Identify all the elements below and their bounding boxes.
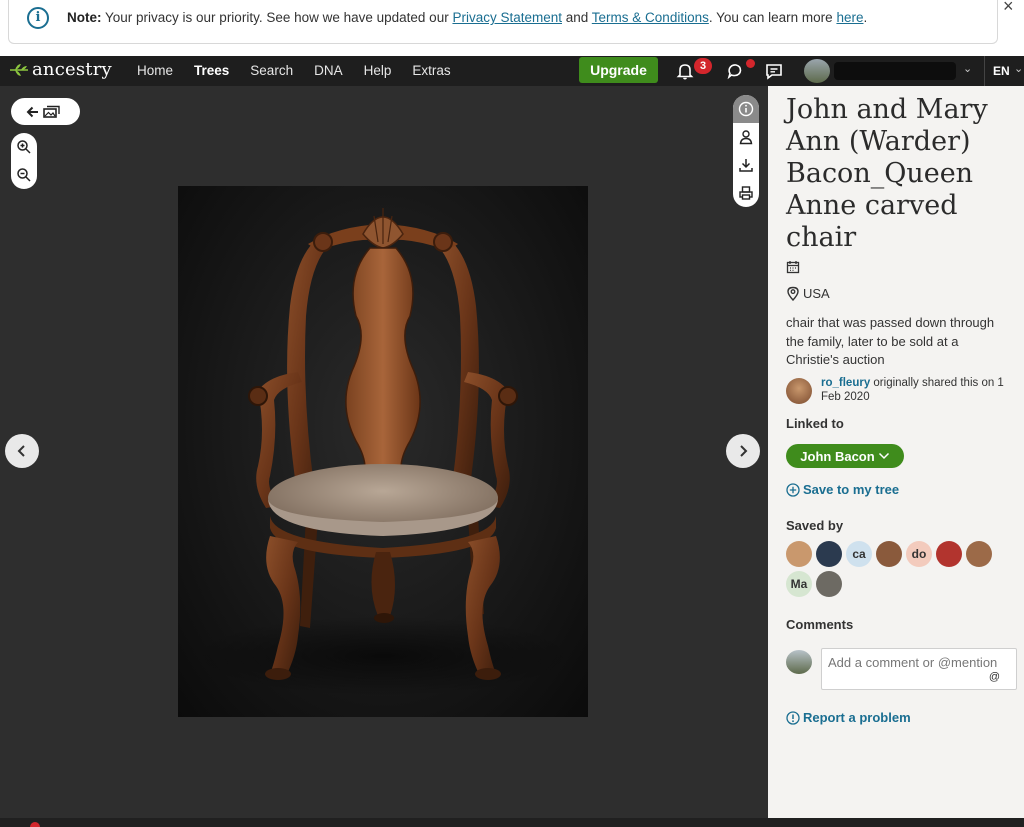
location-pin-icon (787, 286, 799, 301)
chevron-down-icon[interactable]: ⌄ (963, 62, 972, 75)
back-to-gallery-button[interactable] (11, 98, 80, 125)
tag-person-button[interactable] (733, 123, 759, 151)
ancestry-logo[interactable]: ancestry (8, 59, 112, 80)
saver-avatar[interactable] (966, 541, 992, 567)
leaf-logo-icon (10, 63, 28, 76)
linked-person-button[interactable]: John Bacon (786, 444, 904, 468)
notification-count-badge: 3 (694, 58, 712, 74)
alert-circle-icon (786, 710, 800, 725)
linked-to-label: Linked to (786, 416, 844, 431)
top-nav: ancestry Home Trees Search DNA Help Extr… (0, 56, 1024, 86)
nav-help[interactable]: Help (364, 63, 392, 78)
learn-more-link[interactable]: here (836, 10, 863, 25)
saver-avatar[interactable]: ca (846, 541, 872, 567)
save-to-tree-link[interactable]: Save to my tree (786, 482, 899, 497)
report-problem-link[interactable]: Report a problem (786, 710, 911, 725)
mention-icon[interactable]: @ (989, 669, 1000, 686)
info-icon: i (27, 7, 49, 29)
zoom-in-icon (17, 140, 31, 154)
chat-icon[interactable] (725, 61, 745, 81)
linked-person-name: John Bacon (800, 448, 875, 464)
note-label: Note: (67, 10, 102, 25)
details-panel: John and Mary Ann (Warder) Bacon_Queen A… (768, 86, 1024, 818)
chevron-left-icon (17, 445, 25, 457)
taskbar-indicator (30, 822, 40, 827)
print-button[interactable] (733, 179, 759, 207)
zoom-controls (11, 133, 37, 189)
viewer-side-tools (733, 95, 759, 207)
nav-trees[interactable]: Trees (194, 63, 229, 78)
language-chevron-icon[interactable]: ⌄ (1014, 62, 1023, 75)
nav-home[interactable]: Home (137, 63, 173, 78)
saver-avatar[interactable] (786, 541, 812, 567)
saver-avatar[interactable] (816, 541, 842, 567)
zoom-out-icon (17, 168, 31, 182)
bell-icon[interactable] (675, 61, 695, 81)
download-icon (739, 159, 753, 172)
message-alert-dot (746, 59, 755, 68)
info-icon (738, 101, 754, 117)
close-icon[interactable]: × (1003, 0, 1014, 17)
chevron-right-icon (740, 445, 748, 457)
privacy-note-banner: i Note: Your privacy is our priority. Se… (0, 0, 1024, 55)
privacy-note-text: Note: Your privacy is our priority. See … (67, 10, 867, 25)
redacted-username (834, 62, 956, 80)
shared-by-text: ro_fleury originally shared this on 1 Fe… (821, 376, 1016, 404)
previous-image-button[interactable] (5, 434, 39, 468)
info-button[interactable] (733, 95, 759, 123)
download-button[interactable] (733, 151, 759, 179)
queen-anne-chair-image (193, 208, 573, 696)
nav-dna[interactable]: DNA (314, 63, 343, 78)
privacy-statement-link[interactable]: Privacy Statement (452, 10, 562, 25)
saved-by-row-2: Ma (786, 571, 846, 597)
saver-avatar[interactable]: Ma (786, 571, 812, 597)
sharer-avatar[interactable] (786, 378, 812, 404)
chevron-down-icon (878, 452, 889, 460)
nav-search[interactable]: Search (250, 63, 293, 78)
message-icon[interactable] (764, 61, 784, 81)
print-icon (739, 186, 753, 200)
nav-extras[interactable]: Extras (412, 63, 450, 78)
sharer-username-link[interactable]: ro_fleury (821, 377, 870, 389)
nav-links: Home Trees Search DNA Help Extras (137, 63, 472, 78)
saver-avatar[interactable] (816, 571, 842, 597)
logo-text: ancestry (32, 59, 112, 80)
note-text-before: Your privacy is our priority. See how we… (101, 10, 453, 25)
zoom-out-button[interactable] (11, 161, 37, 189)
image-viewer (0, 86, 768, 818)
taskbar-strip (0, 818, 1024, 827)
media-title: John and Mary Ann (Warder) Bacon_Queen A… (786, 94, 988, 253)
nav-divider (984, 56, 985, 86)
plus-circle-icon (786, 482, 800, 497)
user-avatar[interactable] (804, 59, 830, 83)
saver-avatar[interactable]: do (906, 541, 932, 567)
zoom-in-button[interactable] (11, 133, 37, 161)
chair-photo (178, 186, 588, 717)
comment-placeholder: Add a comment or @mention (828, 655, 998, 670)
location: USA (786, 286, 830, 301)
comments-label: Comments (786, 617, 854, 632)
note-period: . (863, 10, 868, 25)
saver-avatar[interactable] (876, 541, 902, 567)
current-user-avatar (786, 650, 812, 674)
comment-input[interactable]: Add a comment or @mention @ (821, 648, 1017, 690)
note-text-after: . You can learn more (708, 10, 837, 25)
report-problem-text: Report a problem (803, 710, 911, 725)
media-description: chair that was passed down through the f… (786, 315, 995, 367)
saved-by-label: Saved by (786, 518, 844, 533)
back-to-gallery-icon (26, 105, 60, 118)
save-to-tree-text: Save to my tree (803, 482, 900, 497)
upgrade-button[interactable]: Upgrade (579, 57, 658, 83)
saver-avatar[interactable] (936, 541, 962, 567)
privacy-note-box: i Note: Your privacy is our priority. Se… (8, 0, 998, 44)
location-text: USA (803, 286, 830, 301)
next-image-button[interactable] (726, 434, 760, 468)
person-icon (739, 130, 753, 145)
language-selector[interactable]: EN (993, 64, 1010, 78)
note-and: and (562, 10, 592, 25)
saved-by-row-1: ca do (786, 541, 996, 567)
terms-conditions-link[interactable]: Terms & Conditions (592, 10, 709, 25)
shared-by: ro_fleury originally shared this on 1 Fe… (786, 376, 1016, 404)
calendar-icon (786, 261, 800, 274)
